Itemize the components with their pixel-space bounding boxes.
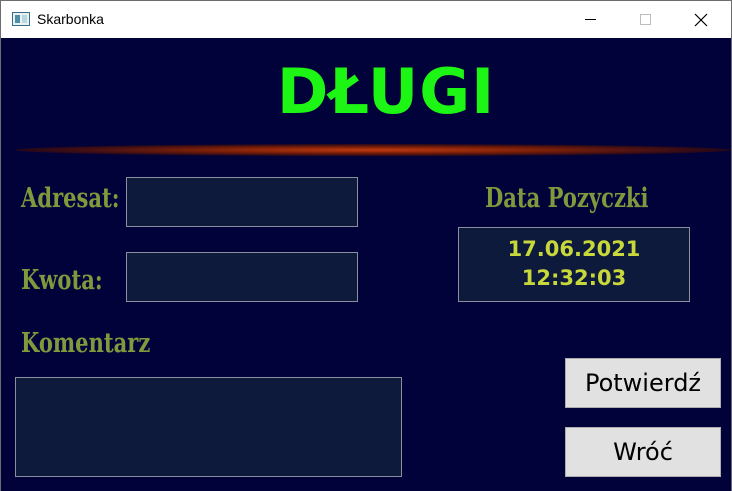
kwota-label: Kwota: bbox=[21, 265, 103, 296]
window-title: Skarbonka bbox=[37, 11, 104, 27]
adresat-label: Adresat: bbox=[21, 183, 120, 214]
page-title: DŁUGI bbox=[276, 55, 496, 128]
loan-date-label: Data Pozyczki bbox=[485, 183, 649, 214]
back-button[interactable]: Wróć bbox=[565, 427, 721, 477]
app-window: Skarbonka DŁUGI Adresat: Kwota: Komentar… bbox=[0, 0, 732, 491]
komentarz-label: Komentarz bbox=[21, 328, 151, 359]
maximize-icon bbox=[639, 14, 651, 25]
adresat-input[interactable] bbox=[126, 177, 358, 227]
kwota-input[interactable] bbox=[126, 252, 358, 302]
loan-date-display: 17.06.2021 12:32:03 bbox=[458, 227, 690, 302]
komentarz-textarea[interactable] bbox=[15, 377, 402, 477]
minimize-icon bbox=[584, 19, 596, 20]
close-icon bbox=[694, 13, 708, 26]
loan-time-value: 12:32:03 bbox=[521, 266, 627, 290]
main-content: DŁUGI Adresat: Kwota: Komentarz Data Poz… bbox=[1, 38, 731, 491]
title-divider bbox=[15, 144, 731, 156]
title-bar[interactable]: Skarbonka bbox=[1, 1, 731, 38]
minimize-button[interactable] bbox=[567, 1, 613, 38]
app-icon bbox=[12, 12, 30, 26]
loan-date-value: 17.06.2021 bbox=[507, 237, 641, 261]
maximize-button[interactable] bbox=[622, 1, 668, 38]
confirm-button[interactable]: Potwierdź bbox=[565, 358, 721, 408]
close-button[interactable] bbox=[678, 1, 724, 38]
